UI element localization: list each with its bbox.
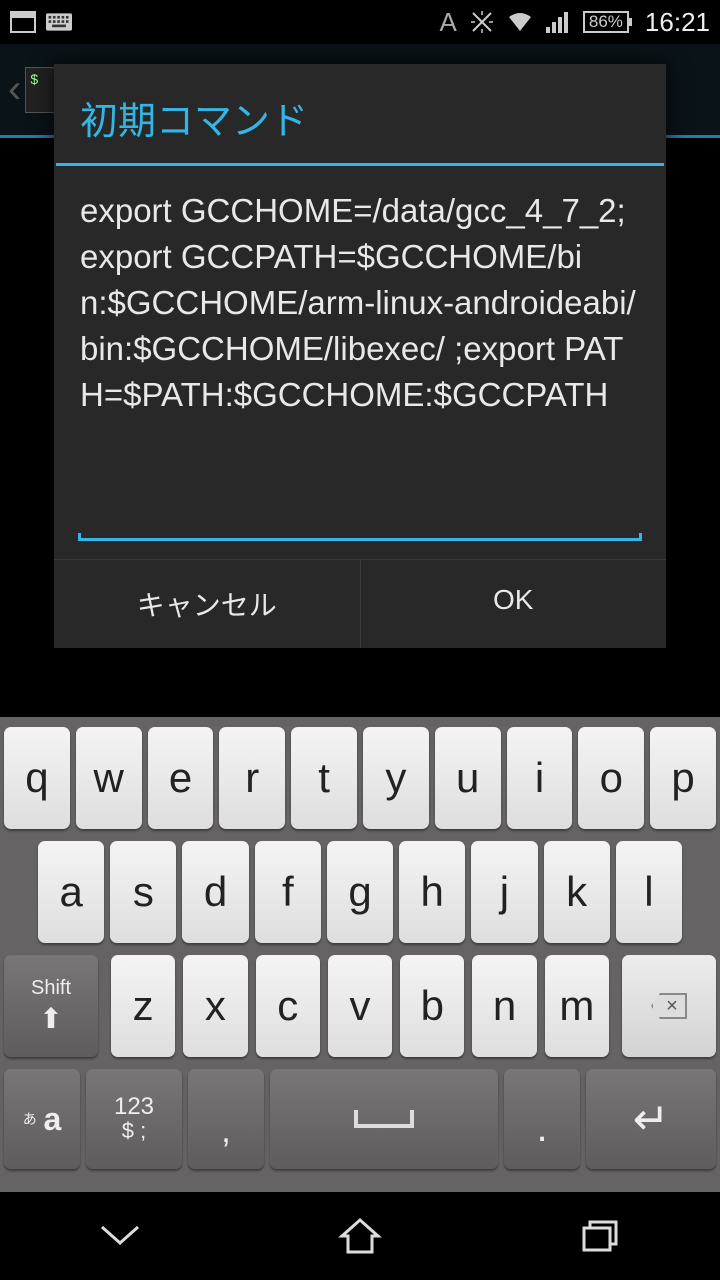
battery-icon: 86% <box>583 11 629 33</box>
dialog-title: 初期コマンド <box>54 64 666 163</box>
cancel-button[interactable]: キャンセル <box>54 560 361 648</box>
vibrate-icon <box>469 9 495 35</box>
key-u[interactable]: u <box>435 727 501 829</box>
key-s[interactable]: s <box>110 841 176 943</box>
status-clock: 16:21 <box>645 7 710 38</box>
key-input-mode[interactable]: あ a <box>4 1069 80 1169</box>
key-space[interactable] <box>270 1069 498 1169</box>
key-c[interactable]: c <box>256 955 320 1057</box>
network-type-label: A <box>440 7 457 38</box>
input-underline <box>78 533 642 541</box>
wifi-icon <box>507 9 533 35</box>
key-t[interactable]: t <box>291 727 357 829</box>
key-period[interactable]: . <box>504 1069 580 1169</box>
key-comma[interactable]: , <box>188 1069 264 1169</box>
space-icon <box>354 1110 414 1128</box>
initial-command-dialog: 初期コマンド キャンセル OK <box>54 64 666 648</box>
key-backspace[interactable] <box>622 955 716 1057</box>
navigation-bar <box>0 1192 720 1280</box>
key-w[interactable]: w <box>76 727 142 829</box>
key-shift[interactable]: Shift ⬆ <box>4 955 98 1057</box>
command-input[interactable] <box>80 188 640 518</box>
backspace-icon <box>651 993 687 1019</box>
keyboard-notification-icon <box>46 9 72 35</box>
ok-button[interactable]: OK <box>361 560 667 648</box>
key-n[interactable]: n <box>472 955 536 1057</box>
key-f[interactable]: f <box>255 841 321 943</box>
key-a[interactable]: a <box>38 841 104 943</box>
key-j[interactable]: j <box>471 841 537 943</box>
nav-home-button[interactable] <box>300 1206 420 1266</box>
soft-keyboard: q w e r t y u i o p a s d f g h j k l Sh… <box>0 717 720 1192</box>
terminal-notification-icon <box>10 9 36 35</box>
key-g[interactable]: g <box>327 841 393 943</box>
key-v[interactable]: v <box>328 955 392 1057</box>
key-e[interactable]: e <box>148 727 214 829</box>
key-symbols[interactable]: 123 $ ; <box>86 1069 182 1169</box>
key-p[interactable]: p <box>650 727 716 829</box>
enter-icon: ↵ <box>633 1094 670 1145</box>
key-l[interactable]: l <box>616 841 682 943</box>
key-enter[interactable]: ↵ <box>586 1069 716 1169</box>
status-bar: A 86% 16:21 <box>0 0 720 44</box>
key-x[interactable]: x <box>183 955 247 1057</box>
key-d[interactable]: d <box>182 841 248 943</box>
key-r[interactable]: r <box>219 727 285 829</box>
key-k[interactable]: k <box>544 841 610 943</box>
nav-recent-button[interactable] <box>540 1206 660 1266</box>
key-o[interactable]: o <box>578 727 644 829</box>
key-z[interactable]: z <box>111 955 175 1057</box>
key-y[interactable]: y <box>363 727 429 829</box>
key-m[interactable]: m <box>545 955 609 1057</box>
nav-back-button[interactable] <box>60 1206 180 1266</box>
key-h[interactable]: h <box>399 841 465 943</box>
key-i[interactable]: i <box>507 727 573 829</box>
key-b[interactable]: b <box>400 955 464 1057</box>
key-q[interactable]: q <box>4 727 70 829</box>
shift-arrow-icon: ⬆ <box>39 1002 62 1035</box>
signal-icon <box>545 9 571 35</box>
